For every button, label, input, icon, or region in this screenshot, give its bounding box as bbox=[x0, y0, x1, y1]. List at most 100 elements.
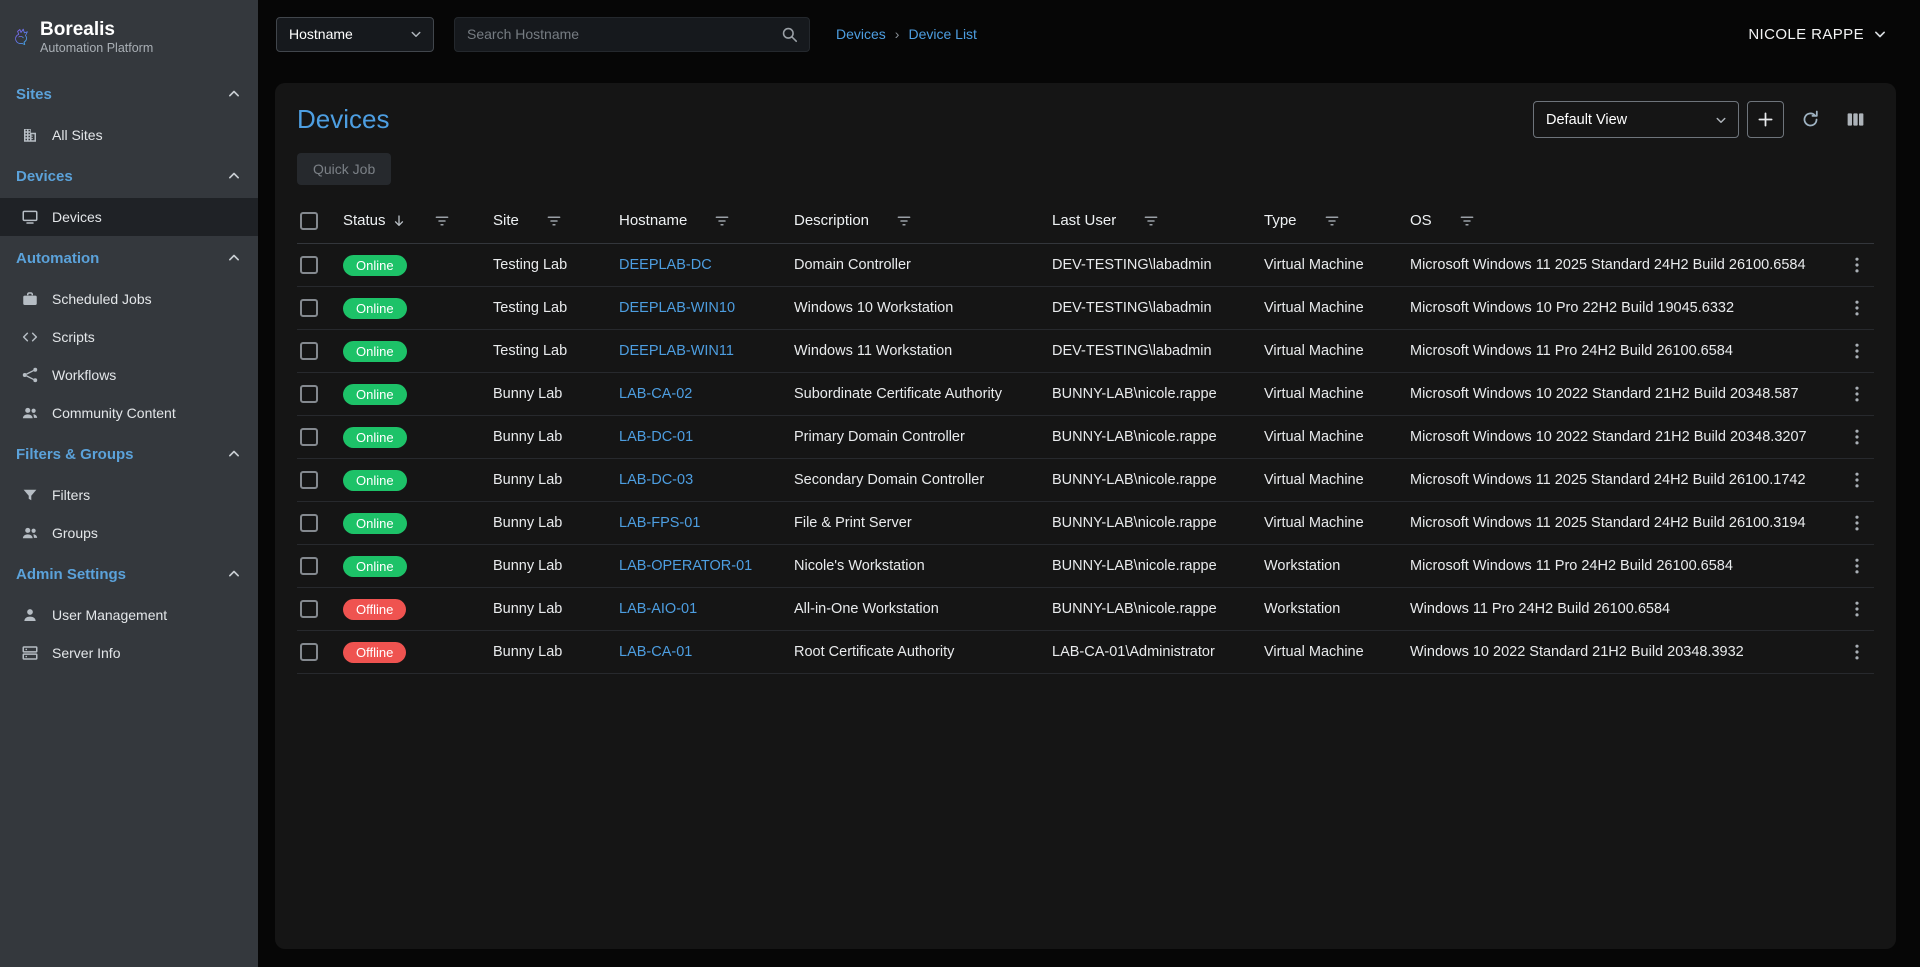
row-actions-button[interactable] bbox=[1840, 463, 1874, 497]
table-row: OnlineBunny LabLAB-FPS-01File & Print Se… bbox=[297, 502, 1874, 545]
sidebar-item-filters[interactable]: Filters bbox=[0, 476, 258, 514]
hostname-link[interactable]: LAB-CA-01 bbox=[619, 644, 692, 660]
cell-description: Domain Controller bbox=[794, 257, 1052, 273]
sidebar-item-label: Workflows bbox=[52, 367, 116, 383]
filter-list-icon[interactable] bbox=[1323, 212, 1341, 230]
cell-last-user: DEV-TESTING\labadmin bbox=[1052, 257, 1264, 273]
hostname-link[interactable]: LAB-FPS-01 bbox=[619, 515, 700, 531]
sidebar-section-admin-settings[interactable]: Admin Settings bbox=[0, 552, 258, 596]
row-checkbox[interactable] bbox=[300, 471, 318, 489]
sidebar-item-community-content[interactable]: Community Content bbox=[0, 394, 258, 432]
hostname-link[interactable]: LAB-DC-01 bbox=[619, 429, 693, 445]
filter-list-icon[interactable] bbox=[713, 212, 731, 230]
cell-actions bbox=[1826, 377, 1874, 411]
search-input[interactable] bbox=[467, 26, 780, 42]
row-actions-button[interactable] bbox=[1840, 506, 1874, 540]
cell-os: Microsoft Windows 10 Pro 22H2 Build 1904… bbox=[1410, 300, 1826, 316]
select-all-checkbox[interactable] bbox=[300, 212, 318, 230]
sidebar-section-devices[interactable]: Devices bbox=[0, 154, 258, 198]
refresh-button[interactable] bbox=[1792, 101, 1829, 138]
quick-job-button[interactable]: Quick Job bbox=[297, 153, 391, 185]
cell-actions bbox=[1826, 420, 1874, 454]
panel-header-controls: Default View bbox=[1533, 101, 1874, 138]
cell-status: Online bbox=[343, 556, 493, 577]
row-checkbox[interactable] bbox=[300, 600, 318, 618]
status-badge: Online bbox=[343, 384, 407, 405]
column-settings-button[interactable] bbox=[1837, 101, 1874, 138]
sidebar-item-user-management[interactable]: User Management bbox=[0, 596, 258, 634]
row-actions-button[interactable] bbox=[1840, 635, 1874, 669]
hostname-link[interactable]: DEEPLAB-DC bbox=[619, 257, 712, 273]
search-box bbox=[454, 17, 810, 52]
column-header-os[interactable]: OS bbox=[1410, 212, 1826, 230]
row-actions-button[interactable] bbox=[1840, 334, 1874, 368]
column-header-label: Hostname bbox=[619, 212, 687, 229]
row-checkbox[interactable] bbox=[300, 385, 318, 403]
row-actions-button[interactable] bbox=[1840, 549, 1874, 583]
row-actions-button[interactable] bbox=[1840, 420, 1874, 454]
sidebar-item-groups[interactable]: Groups bbox=[0, 514, 258, 552]
row-checkbox[interactable] bbox=[300, 256, 318, 274]
sidebar-item-label: Scripts bbox=[52, 329, 95, 345]
cell-checkbox bbox=[297, 256, 343, 274]
sidebar-item-scheduled-jobs[interactable]: Scheduled Jobs bbox=[0, 280, 258, 318]
devices-table: StatusSiteHostname DescriptionLast UserTy… bbox=[297, 198, 1874, 931]
cell-type: Virtual Machine bbox=[1264, 386, 1410, 402]
cell-description: Nicole's Workstation bbox=[794, 558, 1052, 574]
filter-list-icon[interactable] bbox=[895, 212, 913, 230]
cell-hostname: LAB-CA-01 bbox=[619, 644, 794, 660]
row-actions-button[interactable] bbox=[1840, 592, 1874, 626]
column-header-description[interactable]: Description bbox=[794, 212, 1052, 230]
row-checkbox[interactable] bbox=[300, 342, 318, 360]
column-header-last-user[interactable]: Last User bbox=[1052, 212, 1264, 230]
cell-hostname: DEEPLAB-WIN11 bbox=[619, 343, 794, 359]
column-header-status[interactable]: Status bbox=[343, 212, 493, 230]
hostname-link[interactable]: DEEPLAB-WIN11 bbox=[619, 343, 734, 359]
sidebar-item-devices[interactable]: Devices bbox=[0, 198, 258, 236]
row-actions-button[interactable] bbox=[1840, 248, 1874, 282]
breadcrumb-devices[interactable]: Devices bbox=[836, 26, 886, 42]
row-actions-button[interactable] bbox=[1840, 377, 1874, 411]
sidebar-item-scripts[interactable]: Scripts bbox=[0, 318, 258, 356]
row-checkbox[interactable] bbox=[300, 428, 318, 446]
sidebar-section-automation[interactable]: Automation bbox=[0, 236, 258, 280]
row-checkbox[interactable] bbox=[300, 643, 318, 661]
column-header-hostname[interactable]: Hostname bbox=[619, 212, 794, 230]
sidebar-nav: SitesAll SitesDevicesDevicesAutomationSc… bbox=[0, 72, 258, 672]
hostname-link[interactable]: LAB-DC-03 bbox=[619, 472, 693, 488]
column-header-type[interactable]: Type bbox=[1264, 212, 1410, 230]
topbar: Hostname Devices › Device List NICOLE RA… bbox=[258, 0, 1920, 68]
filter-list-icon[interactable] bbox=[545, 212, 563, 230]
sidebar-item-label: Filters bbox=[52, 487, 90, 503]
brand-subtitle: Automation Platform bbox=[40, 41, 153, 55]
cell-actions bbox=[1826, 592, 1874, 626]
filter-list-icon[interactable] bbox=[1458, 212, 1476, 230]
row-actions-button[interactable] bbox=[1840, 291, 1874, 325]
cell-os: Microsoft Windows 10 2022 Standard 21H2 … bbox=[1410, 386, 1826, 402]
sidebar-item-server-info[interactable]: Server Info bbox=[0, 634, 258, 672]
sidebar-item-workflows[interactable]: Workflows bbox=[0, 356, 258, 394]
hostname-link[interactable]: LAB-CA-02 bbox=[619, 386, 692, 402]
row-checkbox[interactable] bbox=[300, 299, 318, 317]
hostname-link[interactable]: DEEPLAB-WIN10 bbox=[619, 300, 735, 316]
sidebar-section-filters-groups[interactable]: Filters & Groups bbox=[0, 432, 258, 476]
user-menu[interactable]: NICOLE RAPPE bbox=[1748, 24, 1890, 44]
hostname-link[interactable]: LAB-AIO-01 bbox=[619, 601, 697, 617]
search-field-select[interactable]: Hostname bbox=[276, 17, 434, 52]
code-icon bbox=[21, 328, 39, 346]
filter-list-icon[interactable] bbox=[433, 212, 451, 230]
row-checkbox[interactable] bbox=[300, 514, 318, 532]
breadcrumb-device-list[interactable]: Device List bbox=[908, 26, 976, 42]
cell-os: Microsoft Windows 10 2022 Standard 21H2 … bbox=[1410, 429, 1826, 445]
add-view-button[interactable] bbox=[1747, 101, 1784, 138]
filter-list-icon[interactable] bbox=[1142, 212, 1160, 230]
cell-checkbox bbox=[297, 299, 343, 317]
cell-os: Microsoft Windows 11 Pro 24H2 Build 2610… bbox=[1410, 343, 1826, 359]
sidebar-item-all-sites[interactable]: All Sites bbox=[0, 116, 258, 154]
row-checkbox[interactable] bbox=[300, 557, 318, 575]
cell-hostname: LAB-FPS-01 bbox=[619, 515, 794, 531]
view-select[interactable]: Default View bbox=[1533, 101, 1739, 138]
sidebar-section-sites[interactable]: Sites bbox=[0, 72, 258, 116]
column-header-site[interactable]: Site bbox=[493, 212, 619, 230]
hostname-link[interactable]: LAB-OPERATOR-01 bbox=[619, 558, 752, 574]
